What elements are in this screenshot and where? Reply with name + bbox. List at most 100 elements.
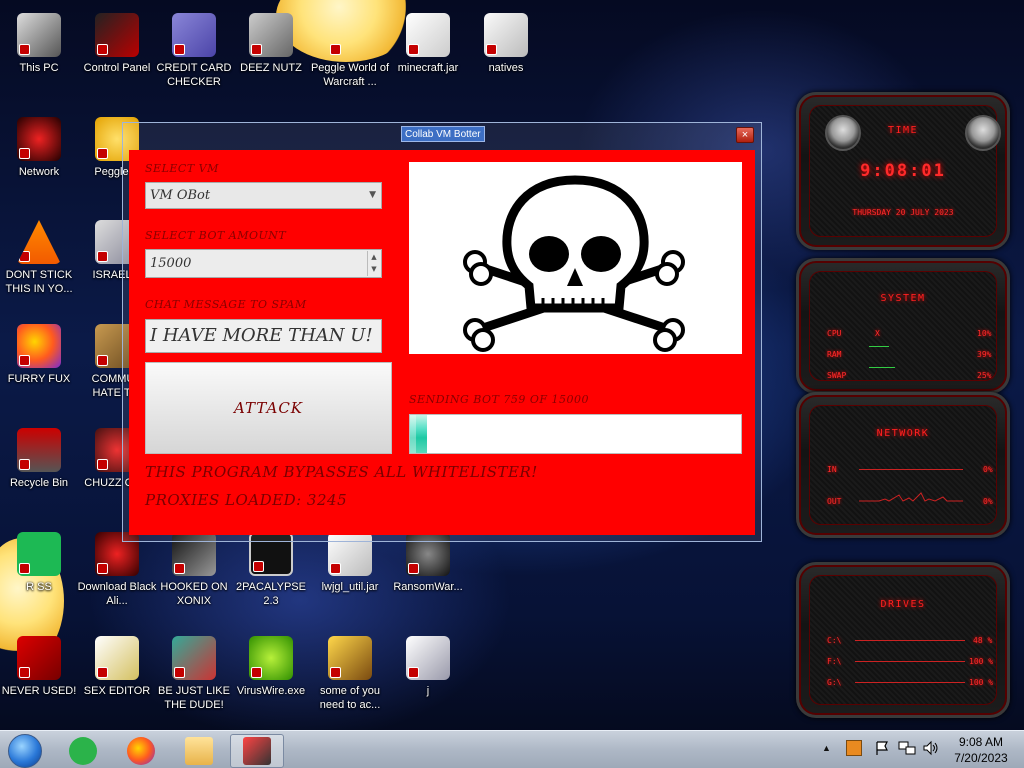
network-widget: NETWORK IN 0% OUT 0% <box>796 392 1010 538</box>
folder-icon <box>185 737 213 765</box>
desktop-icon-viruswire[interactable]: VirusWire.exe <box>231 636 311 698</box>
taskbar-notes[interactable] <box>58 734 108 768</box>
drive-c-label: C:\ <box>827 636 842 645</box>
desktop-icon-network[interactable]: Network <box>0 117 79 179</box>
cpu-marker: X <box>875 329 880 338</box>
notes-icon <box>69 737 97 765</box>
file-icon <box>406 636 450 680</box>
desktop-icon-label: This PC <box>19 62 59 74</box>
network-icon[interactable] <box>898 740 916 759</box>
desktop-icon-label: R SS <box>26 581 52 593</box>
swap-label: SWAP <box>827 371 847 380</box>
close-button[interactable]: × <box>736 127 754 143</box>
drive-f-bar <box>855 661 965 662</box>
alien-head-icon <box>965 115 1001 151</box>
desktop-icon-sex-editor[interactable]: SEX EDITOR <box>77 636 157 698</box>
spin-up-icon[interactable]: ▲ <box>371 253 376 261</box>
flag-icon[interactable] <box>874 740 890 759</box>
desktop-icon-2pacalypse[interactable]: 2PACALYPSE 2.3 <box>231 532 311 608</box>
recycle-bin-icon <box>17 428 61 472</box>
app-panel: SELECT VM VM OBot ▼ SELECT BOT AMOUNT 15… <box>129 150 755 535</box>
desktop-icon-furry-fux[interactable]: FURRY FUX <box>0 324 79 386</box>
start-button[interactable] <box>8 734 42 768</box>
desktop-icon-spotify[interactable]: R SS <box>0 532 79 594</box>
desktop-icon-label: natives <box>488 62 524 74</box>
net-out-value: 0% <box>983 497 993 506</box>
speaker-icon[interactable] <box>922 740 940 759</box>
desktop-icon-label: SEX EDITOR <box>83 685 151 697</box>
monitor-icon <box>243 737 271 765</box>
time-widget: TIME 9:08:01 THURSDAY 20 JULY 2023 <box>796 92 1010 250</box>
taskbar-firefox[interactable] <box>116 734 166 768</box>
bot-amount-label: SELECT BOT AMOUNT <box>145 229 287 242</box>
desktop-icon-label: Control Panel <box>83 62 151 74</box>
cpu-value: 10% <box>977 329 992 338</box>
desktop-icon-label: HOOKED ON XONIX <box>160 581 228 607</box>
widget-clock: 9:08:01 <box>860 161 946 181</box>
desktop-icon-control-panel[interactable]: Control Panel <box>77 13 157 75</box>
alien-head-icon <box>825 115 861 151</box>
desktop-icon-label: RansomWar... <box>393 581 463 593</box>
hxd-icon <box>95 636 139 680</box>
desktop-icon-this-pc[interactable]: This PC <box>0 13 79 75</box>
taskbar: ▲ 9:08 AM 7/20/2023 <box>0 730 1024 768</box>
desktop-icon-label: lwjgl_util.jar <box>321 581 379 593</box>
desktop-icon-deez-nutz[interactable]: DEEZ NUTZ <box>231 13 311 75</box>
desktop-icon-label: some of you need to ac... <box>319 685 381 711</box>
desktop-icon-natives[interactable]: natives <box>466 13 546 75</box>
limewire-icon <box>249 636 293 680</box>
ram-label: RAM <box>827 350 842 359</box>
widget-inner <box>809 271 997 381</box>
taskbar-clock-date[interactable]: 7/20/2023 <box>948 751 1014 765</box>
desktop-icon-label: minecraft.jar <box>397 62 459 74</box>
desktop-icon-label: Peggle World of Warcraft ... <box>310 62 390 88</box>
drive-f-label: F:\ <box>827 657 842 666</box>
control-panel-icon <box>95 13 139 57</box>
desktop-icon-credit-card-checker[interactable]: CREDIT CARD CHECKER <box>154 13 234 89</box>
skull-image <box>409 162 742 354</box>
tray-app-icon[interactable] <box>846 740 862 756</box>
chat-message-label: CHAT MESSAGE TO SPAM <box>145 298 307 311</box>
drive-f-value: 100 % <box>969 657 994 666</box>
desktop-icon-label: CREDIT CARD CHECKER <box>156 62 232 88</box>
windows-stack-icon <box>249 13 293 57</box>
widget-date: THURSDAY 20 JULY 2023 <box>852 208 954 217</box>
desktop-icon-label: NEVER USED! <box>1 685 77 697</box>
desktop-icon-never-used[interactable]: NEVER USED! <box>0 636 79 698</box>
desktop-icon-label: Recycle Bin <box>9 477 69 489</box>
vm-select[interactable]: VM OBot ▼ <box>145 182 382 209</box>
swap-bar <box>869 367 895 368</box>
taskbar-app-active[interactable] <box>230 734 284 768</box>
desktop-icon-peggle-wow[interactable]: Peggle World of Warcraft ... <box>310 13 390 89</box>
drives-widget-title: DRIVES <box>880 599 926 610</box>
desktop-icon-hooked-on-xonix[interactable]: HOOKED ON XONIX <box>154 532 234 608</box>
drive-c-value: 48 % <box>973 636 993 645</box>
firefox-icon <box>127 737 155 765</box>
taskbar-clock-time[interactable]: 9:08 AM <box>952 735 1010 749</box>
proxies-text: PROXIES LOADED: 3245 <box>145 491 348 509</box>
attack-button[interactable]: ATTACK <box>145 362 392 454</box>
spin-buttons[interactable]: ▲ ▼ <box>367 251 380 276</box>
firefox-icon <box>17 324 61 368</box>
vlc-cone-icon <box>17 220 61 264</box>
system-widget-title: SYSTEM <box>880 293 926 304</box>
desktop-icon-download-black-alien[interactable]: Download Black Ali... <box>77 532 157 608</box>
dog-icon <box>328 636 372 680</box>
ram-value: 39% <box>977 350 992 359</box>
bot-amount-stepper[interactable]: 15000 ▲ ▼ <box>145 249 382 278</box>
desktop-icon-recycle-bin[interactable]: Recycle Bin <box>0 428 79 490</box>
network-widget-title: NETWORK <box>876 428 930 439</box>
spin-down-icon[interactable]: ▼ <box>371 265 376 273</box>
desktop-icon-label: 2PACALYPSE 2.3 <box>236 581 306 607</box>
drive-g-label: G:\ <box>827 678 842 687</box>
desktop-icon-some-of-you[interactable]: some of you need to ac... <box>310 636 390 712</box>
tray-chevron-icon[interactable]: ▲ <box>822 743 831 753</box>
bot-amount-value: 15000 <box>150 256 192 271</box>
desktop-icon-dont-stick[interactable]: DONT STICK THIS IN YO... <box>0 220 79 296</box>
desktop-icon-j[interactable]: j <box>388 636 468 698</box>
santa-icon <box>172 636 216 680</box>
chat-message-input[interactable]: I HAVE MORE THAN U! <box>145 319 382 353</box>
desktop-icon-be-just-like-the-dude[interactable]: BE JUST LIKE THE DUDE! <box>154 636 234 712</box>
desktop-icon-minecraft-jar[interactable]: minecraft.jar <box>388 13 468 75</box>
taskbar-explorer[interactable] <box>174 734 224 768</box>
